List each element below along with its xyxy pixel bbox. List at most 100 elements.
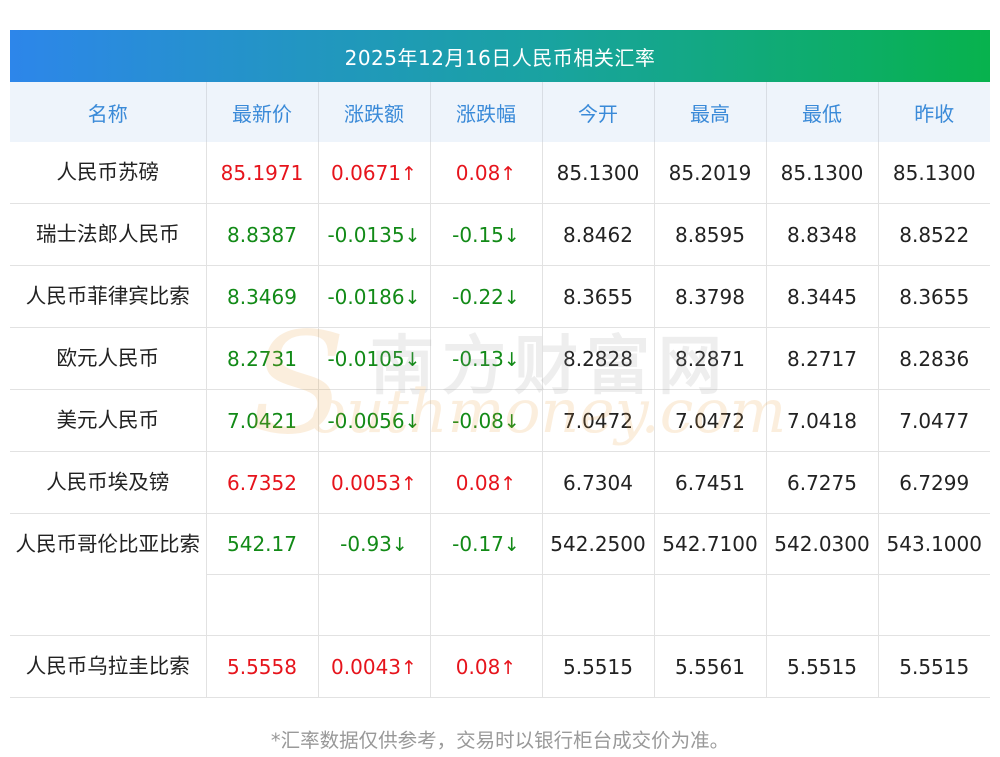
- table-row: 瑞士法郎人民币 8.8387 -0.0135↓ -0.15↓ 8.8462 8.8595 8…: [10, 203, 990, 266]
- latest-price-cell-value: 542.17: [227, 532, 297, 556]
- change-amount-cell: 0.0043↑: [318, 635, 431, 698]
- currency-pair-name: 人民币苏磅: [10, 142, 207, 204]
- change-amount-cell-value: -0.93: [340, 532, 392, 556]
- exchange-rate-table: 名称 最新价 涨跌额 涨跌幅 今开 最高 最低 昨收 人民币苏磅 85.1971 0…: [10, 82, 990, 698]
- open-price-cell-value: 6.7304: [563, 470, 633, 495]
- low-price-cell: 542.0300: [766, 513, 879, 636]
- open-price-cell: 5.5515: [542, 635, 655, 698]
- change-amount-cell: 0.0671↑: [318, 142, 431, 204]
- high-price-cell-value: 6.7451: [675, 470, 745, 495]
- arrow-down-icon: ↓: [503, 534, 520, 556]
- low-price-cell-value: 542.0300: [774, 532, 870, 556]
- prev-close-cell-value: 7.0477: [899, 408, 970, 433]
- low-price-cell: 8.2717: [766, 327, 879, 390]
- low-price-cell: 7.0418: [766, 389, 879, 452]
- low-price-cell: 85.1300: [766, 142, 879, 204]
- open-price-cell-value: 542.2500: [550, 532, 646, 556]
- change-percent-cell: 0.08↑: [430, 451, 543, 514]
- latest-price-cell-value: 8.8387: [227, 222, 297, 247]
- prev-close-cell: 7.0477: [878, 389, 990, 452]
- change-percent-cell-value: -0.08: [452, 408, 504, 433]
- change-amount-cell-value: 0.0053: [331, 470, 402, 495]
- high-price-cell-value: 8.8595: [675, 222, 745, 247]
- arrow-down-icon: ↓: [503, 286, 520, 309]
- change-percent-cell-value: -0.22: [452, 284, 504, 309]
- low-price-cell: 6.7275: [766, 451, 879, 514]
- change-amount-cell-value: -0.0105: [327, 346, 405, 371]
- prev-close-cell: 8.3655: [878, 265, 990, 328]
- latest-price-cell: 7.0421: [206, 389, 319, 452]
- open-price-cell: 542.2500: [542, 513, 655, 636]
- high-price-cell-value: 8.3798: [675, 284, 745, 309]
- arrow-up-icon: ↑: [500, 472, 517, 495]
- change-percent-cell: -0.17↓: [430, 513, 543, 636]
- table-row: 人民币菲律宾比索 8.3469 -0.0186↓ -0.22↓ 8.3655 8.3798…: [10, 265, 990, 328]
- column-header-name: 名称: [10, 82, 207, 142]
- open-price-cell-value: 8.3655: [563, 284, 633, 309]
- latest-price-cell: 5.5558: [206, 635, 319, 698]
- table-row: 人民币苏磅 85.1971 0.0671↑ 0.08↑ 85.1300 85.2019 85…: [10, 142, 990, 204]
- change-percent-cell-value: -0.15: [452, 222, 504, 247]
- prev-close-cell: 543.1000: [878, 513, 990, 636]
- arrow-down-icon: ↓: [503, 348, 520, 371]
- disclaimer-footer: *汇率数据仅供参考，交易时以银行柜台成交价为准。: [270, 729, 730, 752]
- open-price-cell: 6.7304: [542, 451, 655, 514]
- arrow-down-icon: ↓: [404, 410, 421, 433]
- high-price-cell-value: 85.2019: [668, 160, 752, 185]
- table-row: 欧元人民币 8.2731 -0.0105↓ -0.13↓ 8.2828 8.2871 8.2…: [10, 327, 990, 390]
- page-title: 2025年12月16日人民币相关汇率: [10, 30, 990, 82]
- open-price-cell: 8.2828: [542, 327, 655, 390]
- low-price-cell-value: 8.8348: [787, 222, 857, 247]
- change-percent-cell: -0.13↓: [430, 327, 543, 390]
- high-price-cell: 7.0472: [654, 389, 767, 452]
- latest-price-cell-value: 85.1971: [220, 160, 304, 185]
- column-header-open: 今开: [542, 82, 655, 142]
- latest-price-cell: 8.8387: [206, 203, 319, 266]
- currency-pair-name: 欧元人民币: [10, 327, 207, 390]
- column-header-high: 最高: [654, 82, 767, 142]
- arrow-down-icon: ↓: [404, 348, 421, 371]
- change-amount-cell: 0.0053↑: [318, 451, 431, 514]
- low-price-cell-value: 8.3445: [787, 284, 857, 309]
- open-price-cell: 7.0472: [542, 389, 655, 452]
- high-price-cell: 5.5561: [654, 635, 767, 698]
- change-amount-cell-value: -0.0186: [327, 284, 405, 309]
- change-amount-cell: -0.0186↓: [318, 265, 431, 328]
- high-price-cell: 8.3798: [654, 265, 767, 328]
- latest-price-cell: 8.3469: [206, 265, 319, 328]
- low-price-cell: 8.8348: [766, 203, 879, 266]
- table-row: 美元人民币 7.0421 -0.0056↓ -0.08↓ 7.0472 7.0472 7.0…: [10, 389, 990, 452]
- change-percent-cell: -0.22↓: [430, 265, 543, 328]
- table-row: 人民币乌拉圭比索 5.5558 0.0043↑ 0.08↑ 5.5515 5.5561 5.…: [10, 635, 990, 698]
- latest-price-cell: 6.7352: [206, 451, 319, 514]
- arrow-up-icon: ↑: [401, 656, 417, 679]
- open-price-cell: 85.1300: [542, 142, 655, 204]
- column-header-prev-close: 昨收: [878, 82, 990, 142]
- prev-close-cell-value: 5.5515: [899, 654, 970, 679]
- high-price-cell-value: 7.0472: [675, 408, 745, 433]
- currency-pair-name: 人民币乌拉圭比索: [10, 635, 207, 698]
- change-percent-cell: 0.08↑: [430, 142, 543, 204]
- open-price-cell-value: 85.1300: [556, 160, 640, 185]
- latest-price-cell-value: 5.5558: [227, 654, 297, 679]
- prev-close-cell-value: 8.2836: [899, 346, 970, 371]
- change-amount-cell: -0.0105↓: [318, 327, 431, 390]
- open-price-cell-value: 5.5515: [563, 654, 633, 679]
- change-percent-cell-value: -0.13: [452, 346, 504, 371]
- arrow-up-icon: ↑: [401, 162, 417, 185]
- arrow-up-icon: ↑: [500, 162, 517, 185]
- prev-close-cell-value: 8.3655: [899, 284, 970, 309]
- prev-close-cell: 85.1300: [878, 142, 990, 204]
- change-amount-cell-value: -0.0135: [327, 222, 405, 247]
- low-price-cell: 8.3445: [766, 265, 879, 328]
- arrow-up-icon: ↑: [500, 656, 517, 679]
- open-price-cell: 8.3655: [542, 265, 655, 328]
- change-percent-cell: -0.15↓: [430, 203, 543, 266]
- change-percent-cell: 0.08↑: [430, 635, 543, 698]
- prev-close-cell-value: 6.7299: [899, 470, 970, 495]
- currency-pair-name: 人民币哥伦比亚比索: [10, 513, 207, 636]
- high-price-cell: 8.8595: [654, 203, 767, 266]
- latest-price-cell-value: 8.3469: [227, 284, 297, 309]
- high-price-cell: 85.2019: [654, 142, 767, 204]
- column-header-low: 最低: [766, 82, 879, 142]
